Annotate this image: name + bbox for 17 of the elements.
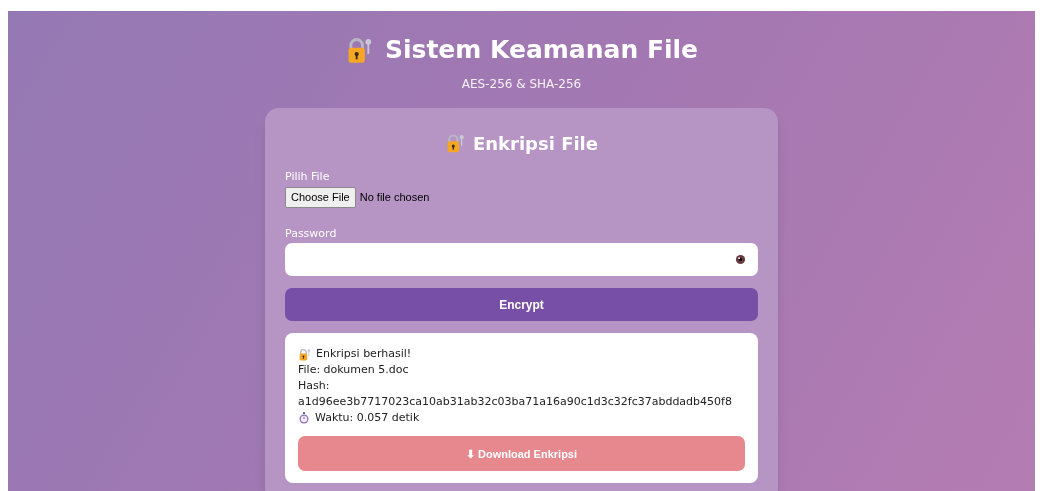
file-status: No file chosen [359, 190, 430, 205]
success-message: Enkripsi berhasil! [316, 346, 412, 362]
file-name-text: File: dokumen 5.doc [298, 362, 410, 378]
lock-key-icon [445, 133, 465, 153]
file-label: Pilih File [285, 168, 331, 185]
page-title: Sistem Keamanan File [384, 34, 699, 66]
card-title: Enkripsi File [473, 131, 598, 156]
lock-key-icon [298, 347, 311, 361]
time-text: Waktu: 0.057 detik [315, 410, 420, 426]
password-label: Password [285, 225, 338, 242]
encrypt-button[interactable]: Encrypt [285, 288, 758, 321]
page-subtitle: AES-256 & SHA-256 [461, 75, 582, 93]
choose-file-button[interactable]: Choose File [285, 187, 356, 208]
hash-text: Hash: a1d96ee3b7717023ca10ab31ab32c03ba71a16a90c1d3c32fc37abddadb450f8 [298, 378, 733, 410]
eye-icon[interactable] [735, 254, 746, 265]
password-field[interactable] [285, 243, 758, 276]
stopwatch-icon [298, 412, 310, 424]
